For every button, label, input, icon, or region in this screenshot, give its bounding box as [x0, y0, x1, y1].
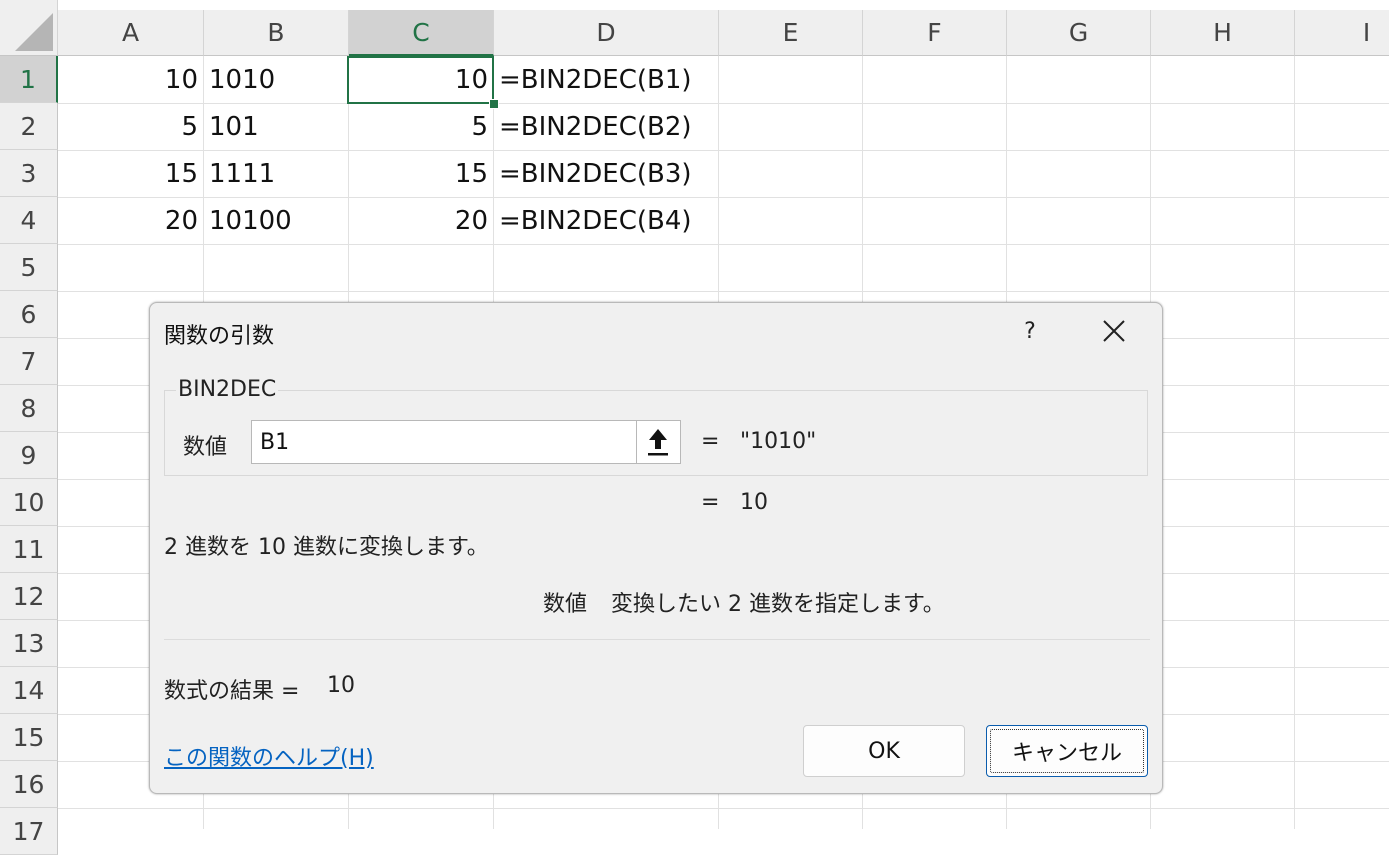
cell-c4[interactable]: 20 — [349, 198, 494, 244]
cell-b4[interactable]: 10100 — [204, 198, 349, 244]
row-header-7[interactable]: 7 — [0, 338, 58, 385]
row-header-10[interactable]: 10 — [0, 479, 58, 526]
cell-b3[interactable]: 1111 — [204, 151, 349, 197]
row-header-1[interactable]: 1 — [0, 56, 58, 103]
function-equals: = — [701, 490, 720, 515]
cell-a3[interactable]: 15 — [58, 151, 204, 197]
close-button[interactable] — [1090, 311, 1138, 351]
collapse-dialog-button[interactable] — [636, 421, 679, 463]
ok-button[interactable]: OK — [803, 725, 965, 777]
arg-evaluated-value: "1010" — [740, 429, 817, 454]
row-header-2[interactable]: 2 — [0, 103, 58, 150]
help-button[interactable]: ? — [1010, 311, 1050, 351]
row-header-8[interactable]: 8 — [0, 385, 58, 432]
cell-a2[interactable]: 5 — [58, 104, 204, 150]
cell-d2[interactable]: =BIN2DEC(B2) — [494, 104, 719, 150]
column-header-d[interactable]: D — [494, 10, 719, 56]
collapse-dialog-arrow-icon — [648, 429, 668, 456]
arg-input-number[interactable] — [251, 420, 681, 464]
column-header-f[interactable]: F — [863, 10, 1007, 56]
grid-line — [58, 291, 1389, 292]
function-help-link[interactable]: この関数のヘルプ(H) — [164, 740, 374, 772]
help-icon: ? — [1024, 318, 1036, 344]
formula-result-label: 数式の結果 = — [164, 679, 300, 704]
row-header-12[interactable]: 12 — [0, 573, 58, 620]
function-result: 10 — [740, 490, 768, 515]
cell-d3[interactable]: =BIN2DEC(B3) — [494, 151, 719, 197]
focus-ring — [990, 729, 1144, 773]
function-name: BIN2DEC — [176, 377, 279, 402]
grid-line — [58, 244, 1389, 245]
formula-result-value: 10 — [327, 673, 355, 698]
arg-label-number: 数値 — [183, 435, 228, 460]
arg-description-text: 変換したい 2 進数を指定します。 — [611, 592, 945, 617]
row-header-9[interactable]: 9 — [0, 432, 58, 479]
dialog-titlebar[interactable]: 関数の引数 ? — [150, 303, 1162, 359]
cell-a4[interactable]: 20 — [58, 198, 204, 244]
row-header-14[interactable]: 14 — [0, 667, 58, 714]
column-header-b[interactable]: B — [204, 10, 349, 56]
select-all-icon — [15, 13, 53, 51]
row-header-13[interactable]: 13 — [0, 620, 58, 667]
row-header-11[interactable]: 11 — [0, 526, 58, 573]
grid-line — [58, 808, 1389, 809]
row-header-3[interactable]: 3 — [0, 150, 58, 197]
cell-c1[interactable]: 10 — [349, 57, 494, 103]
arg-equals: = — [701, 429, 720, 454]
cell-c3[interactable]: 15 — [349, 151, 494, 197]
function-description: 2 進数を 10 進数に変換します。 — [164, 535, 489, 560]
column-header-e[interactable]: E — [719, 10, 863, 56]
cancel-button[interactable]: キャンセル — [986, 725, 1148, 777]
arg-description-name: 数値 — [543, 592, 588, 617]
column-header-a[interactable]: A — [58, 10, 204, 56]
function-arguments-dialog: 関数の引数 ? BIN2DEC 数値 = "1010" = 10 2 進数を 1… — [149, 302, 1163, 794]
row-header-4[interactable]: 4 — [0, 197, 58, 244]
dialog-title: 関数の引数 — [164, 324, 275, 349]
cell-d1[interactable]: =BIN2DEC(B1) — [494, 57, 719, 103]
fill-handle[interactable] — [489, 99, 499, 109]
cell-d4[interactable]: =BIN2DEC(B4) — [494, 198, 719, 244]
column-header-g[interactable]: G — [1007, 10, 1151, 56]
ok-button-label: OK — [868, 738, 900, 764]
cell-c2[interactable]: 5 — [349, 104, 494, 150]
row-header-15[interactable]: 15 — [0, 714, 58, 761]
cell-b1[interactable]: 1010 — [204, 57, 349, 103]
select-all-button[interactable] — [0, 0, 58, 56]
close-icon — [1103, 320, 1125, 342]
column-header-h[interactable]: H — [1151, 10, 1295, 56]
divider — [164, 639, 1150, 640]
row-header-6[interactable]: 6 — [0, 291, 58, 338]
row-header-16[interactable]: 16 — [0, 761, 58, 808]
column-header-c[interactable]: C — [349, 10, 494, 56]
cell-b2[interactable]: 101 — [204, 104, 349, 150]
cell-a1[interactable]: 10 — [58, 57, 204, 103]
column-header-i[interactable]: I — [1295, 10, 1389, 56]
row-header-5[interactable]: 5 — [0, 244, 58, 291]
row-header-17[interactable]: 17 — [0, 808, 58, 855]
